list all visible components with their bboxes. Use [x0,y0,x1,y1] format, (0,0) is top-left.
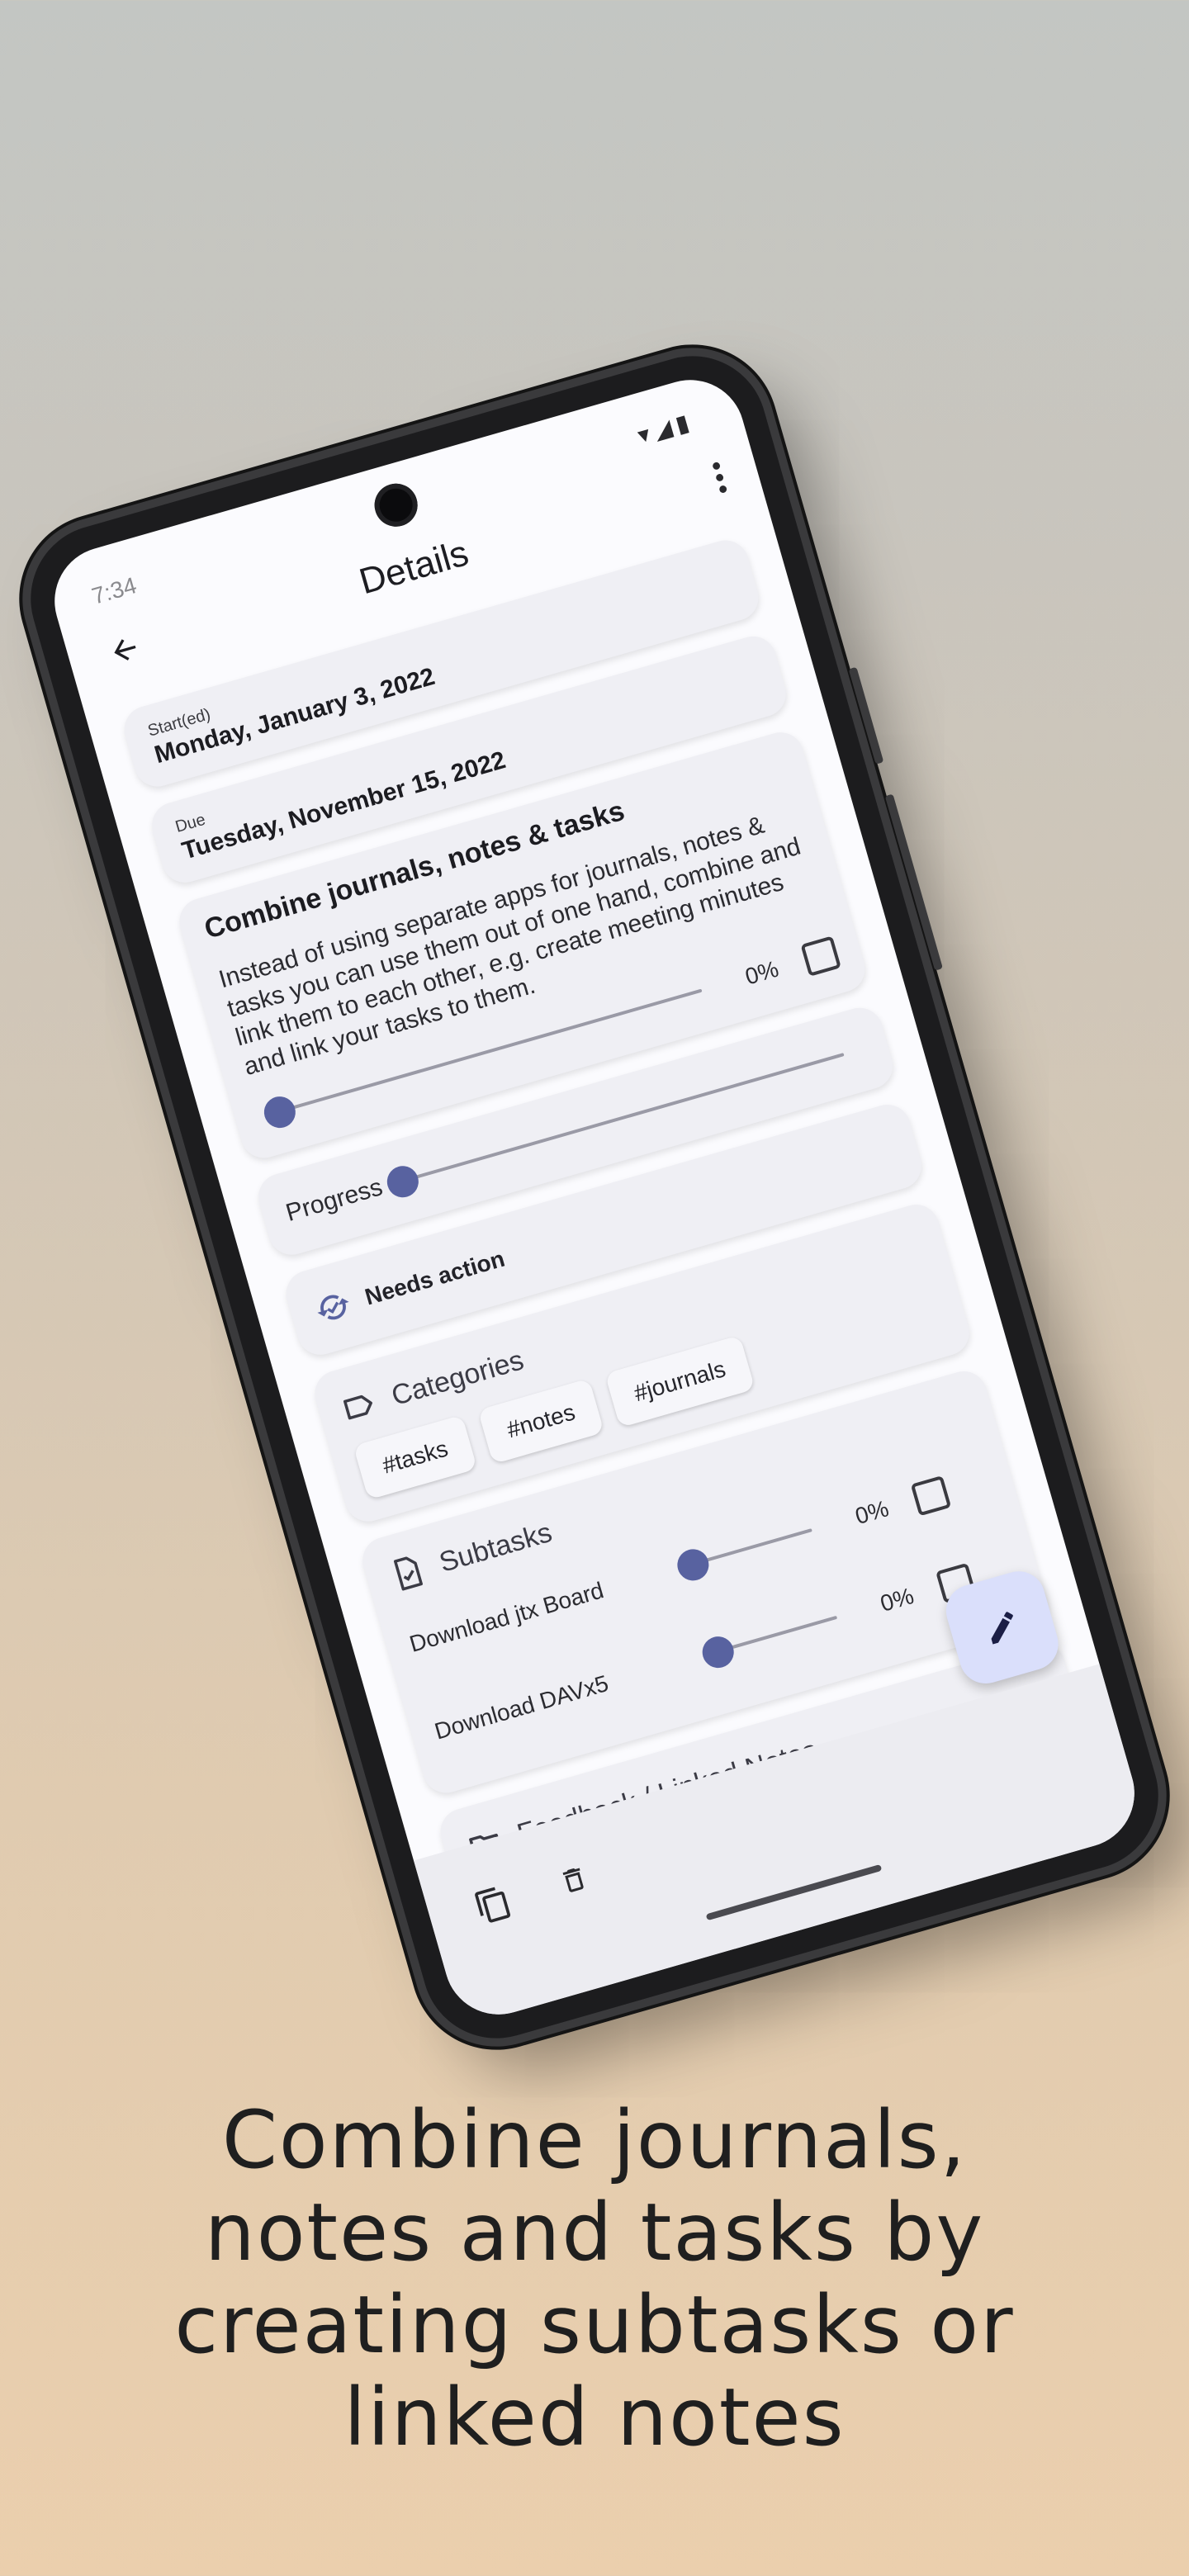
slider-track [717,1616,838,1654]
task-file-icon [394,1556,424,1591]
label-icon [343,1395,373,1420]
caption-line: Combine journals, [221,2094,968,2186]
gesture-bar [705,1863,883,1921]
subtask-percent: 0% [877,1583,917,1617]
slider-thumb[interactable] [260,1092,300,1132]
caption-line: linked notes [343,2371,846,2464]
power-button [884,793,943,971]
promo-caption: Combine journals, notes and tasks by cre… [0,2094,1189,2464]
phone-screen: 7:34 ▾◢▮ Details Start(ed) Monday, Janua… [41,367,1148,2028]
slider-thumb[interactable] [699,1632,738,1672]
phone-frame: 7:34 ▾◢▮ Details Start(ed) Monday, Janua… [12,339,1177,2056]
status-label: Needs action [362,1246,508,1310]
subtask-progress-slider[interactable] [699,1593,844,1675]
subtask-percent: 0% [852,1495,892,1530]
caption-line: creating subtasks or [174,2279,1015,2371]
slider-thumb[interactable] [383,1163,423,1202]
copy-icon[interactable] [471,1882,515,1927]
caption-line: notes and tasks by [204,2186,985,2279]
subtask-progress-slider[interactable] [673,1507,819,1589]
volume-button [848,666,884,765]
slider-track [692,1528,812,1566]
slider-thumb[interactable] [673,1546,713,1585]
delete-icon[interactable] [555,1859,594,1901]
subtask-checkbox[interactable] [910,1475,952,1517]
status-sync-icon [317,1295,349,1320]
edit-pencil-icon [991,1612,1013,1645]
entry-progress-percent: 0% [742,955,782,990]
entry-complete-checkbox[interactable] [800,935,842,978]
progress-label: Progress [282,1173,386,1228]
